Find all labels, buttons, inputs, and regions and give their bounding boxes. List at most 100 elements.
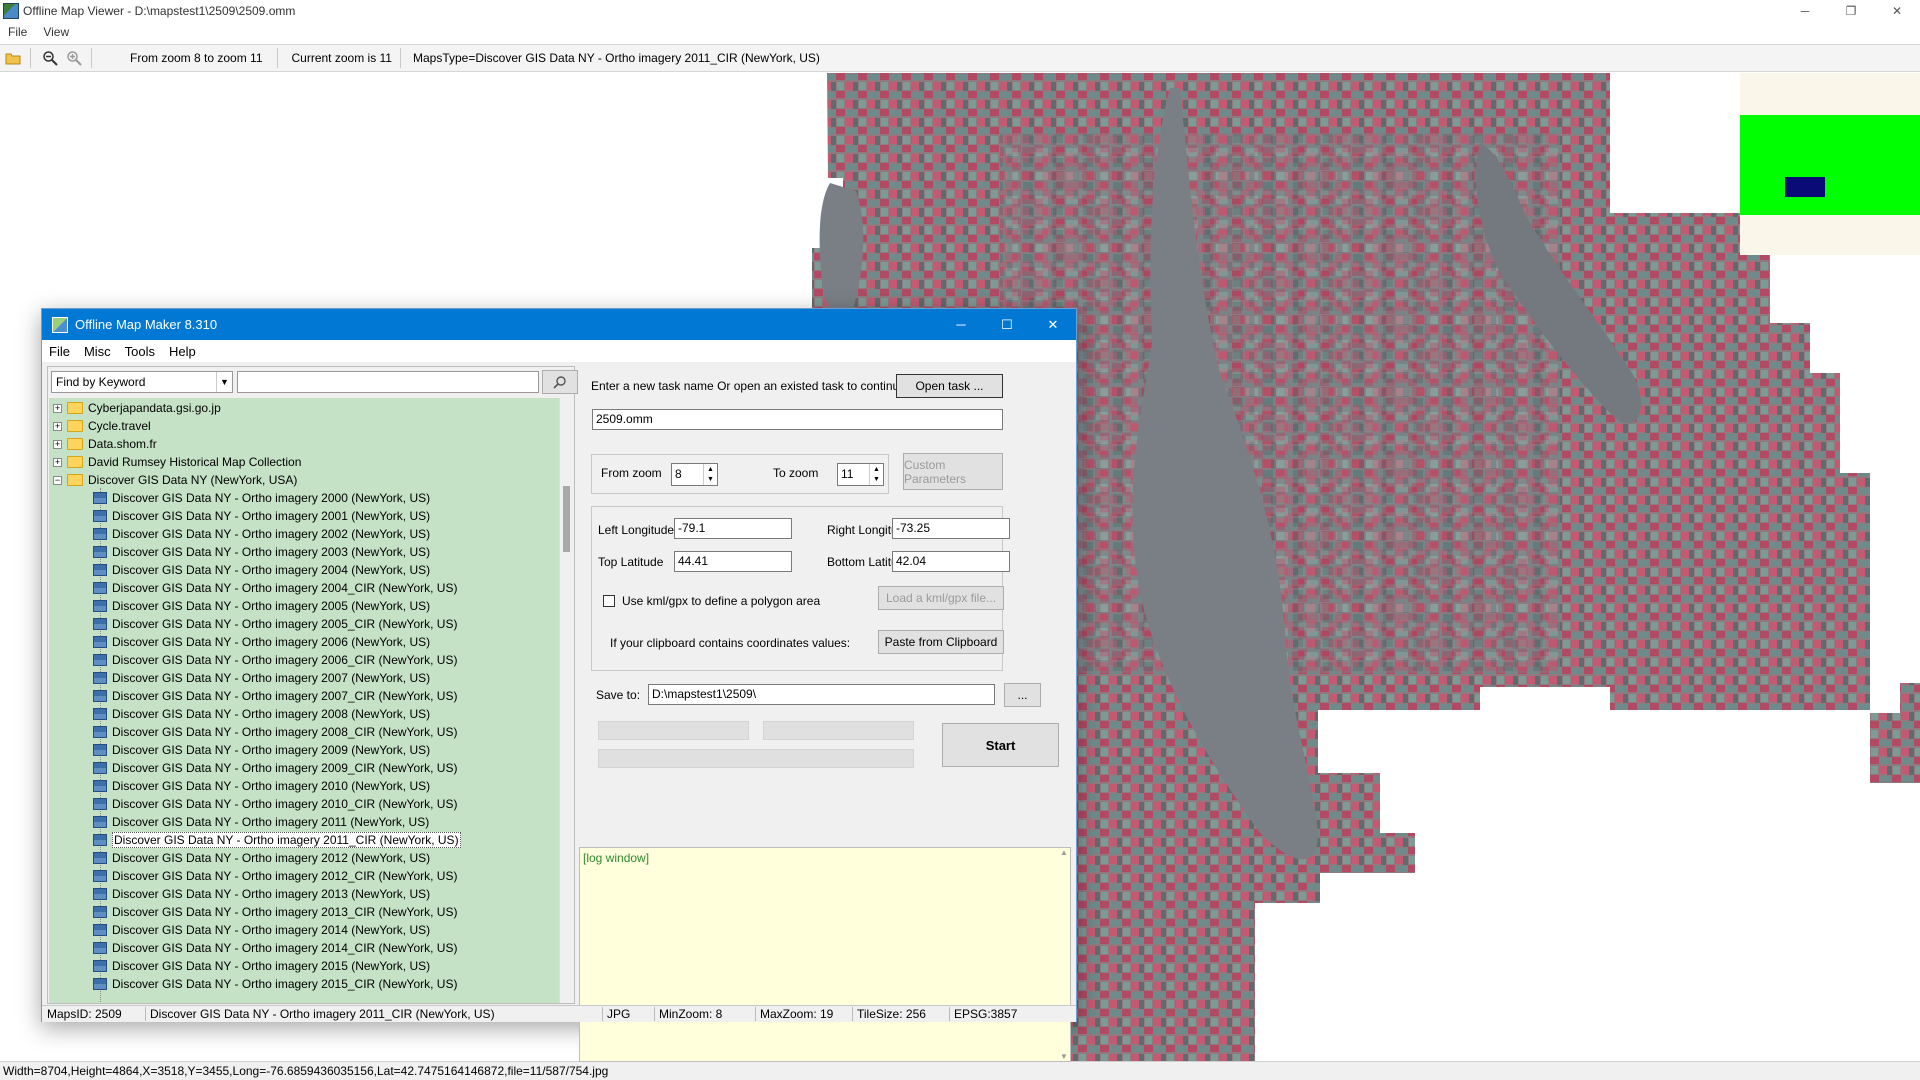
tree-map-item[interactable]: Discover GIS Data NY - Ortho imagery 201… [49,903,573,921]
expand-icon[interactable]: + [53,457,62,467]
tree-map-item[interactable]: Discover GIS Data NY - Ortho imagery 200… [49,741,573,759]
top-latitude-field[interactable]: 44.41 [674,551,792,572]
search-input[interactable] [237,371,539,393]
tree-folder[interactable]: + Data.shom.fr [49,435,573,453]
tree-map-item[interactable]: Discover GIS Data NY - Ortho imagery 201… [49,777,573,795]
tree-map-item[interactable]: Discover GIS Data NY - Ortho imagery 200… [49,561,573,579]
tree-map-item[interactable]: Discover GIS Data NY - Ortho imagery 201… [49,795,573,813]
menu-file[interactable]: File [0,25,35,39]
map-source-tree[interactable]: + Cyberjapandata.gsi.go.jp + Cycle.travel + D… [49,398,573,1003]
tree-map-item[interactable]: Discover GIS Data NY - Ortho imagery 200… [49,615,573,633]
minimize-icon[interactable]: ─ [938,309,984,340]
bottom-latitude-field[interactable]: 42.04 [892,551,1010,572]
tree-map-item[interactable]: Discover GIS Data NY - Ortho imagery 201… [49,813,573,831]
minimize-icon[interactable]: ─ [1782,0,1828,22]
start-button[interactable]: Start [942,723,1059,767]
scroll-up-icon[interactable]: ▲ [1060,848,1068,857]
tree-scrollbar-thumb[interactable] [563,486,570,552]
tree-folder[interactable]: + Cycle.travel [49,417,573,435]
zoom-out-icon[interactable] [39,47,61,69]
save-to-label: Save to: [596,688,641,702]
map-layer-icon [93,582,107,594]
tree-map-item[interactable]: Discover GIS Data NY - Ortho imagery 200… [49,651,573,669]
load-kml-button[interactable]: Load a kml/gpx file... [878,586,1004,610]
map-layer-icon [93,816,107,828]
tree-map-item[interactable]: Discover GIS Data NY - Ortho imagery 200… [49,525,573,543]
task-name-field[interactable]: 2509.omm [592,409,1003,430]
folder-icon [67,474,83,486]
tree-map-item[interactable]: Discover GIS Data NY - Ortho imagery 201… [49,957,573,975]
menu-file[interactable]: File [42,344,77,359]
tree-map-label: Discover GIS Data NY - Ortho imagery 200… [112,707,431,721]
stepper-down-icon[interactable]: ▼ [707,476,714,483]
open-folder-icon[interactable] [2,47,24,69]
close-icon[interactable]: ✕ [1874,0,1920,22]
browse-button[interactable]: ... [1004,683,1041,707]
restore-icon[interactable]: ❐ [1828,0,1874,22]
map-layer-icon [93,852,107,864]
tree-map-label: Discover GIS Data NY - Ortho imagery 201… [112,977,458,991]
left-longitude-field[interactable]: -79.1 [674,518,792,539]
tree-map-item[interactable]: Discover GIS Data NY - Ortho imagery 201… [49,975,573,993]
stepper-up-icon[interactable]: ▲ [707,466,714,473]
paste-clipboard-button[interactable]: Paste from Clipboard [878,630,1004,654]
log-scrollbar[interactable]: ▲ ▼ [1058,848,1070,1061]
tree-folder[interactable]: + David Rumsey Historical Map Collection [49,453,573,471]
kml-polygon-checkbox[interactable] [603,595,615,607]
tree-map-label: Discover GIS Data NY - Ortho imagery 200… [112,617,458,631]
save-path-field[interactable]: D:\mapstest1\2509\ [648,684,995,705]
from-zoom-stepper[interactable]: 8 ▲ ▼ [671,463,718,486]
tree-map-item[interactable]: Discover GIS Data NY - Ortho imagery 200… [49,489,573,507]
scroll-down-icon[interactable]: ▼ [1060,1052,1068,1061]
menu-view[interactable]: View [35,25,77,39]
tree-map-item[interactable]: Discover GIS Data NY - Ortho imagery 200… [49,597,573,615]
menu-help[interactable]: Help [162,344,203,359]
search-button[interactable] [542,370,578,394]
zoom-in-icon[interactable] [63,47,85,69]
tree-map-item[interactable]: Discover GIS Data NY - Ortho imagery 201… [49,921,573,939]
search-mode-select[interactable]: Find by Keyword ▼ [51,371,233,393]
tree-folder-label: Data.shom.fr [88,437,157,451]
tree-map-item[interactable]: Discover GIS Data NY - Ortho imagery 200… [49,633,573,651]
open-task-button[interactable]: Open task ... [896,374,1003,398]
tree-map-item[interactable]: Discover GIS Data NY - Ortho imagery 201… [49,939,573,957]
expand-icon[interactable]: + [53,439,62,449]
stepper-up-icon[interactable]: ▲ [873,466,880,473]
tree-map-item[interactable]: Discover GIS Data NY - Ortho imagery 200… [49,723,573,741]
tree-map-item[interactable]: Discover GIS Data NY - Ortho imagery 201… [49,885,573,903]
menu-misc[interactable]: Misc [77,344,118,359]
dialog-menubar: File Misc Tools Help [42,340,1076,362]
tree-map-item[interactable]: Discover GIS Data NY - Ortho imagery 200… [49,669,573,687]
tree-folder[interactable]: − Discover GIS Data NY (NewYork, USA) [49,471,573,489]
map-layer-icon [93,708,107,720]
tree-map-item[interactable]: Discover GIS Data NY - Ortho imagery 200… [49,507,573,525]
tree-map-item[interactable]: Discover GIS Data NY - Ortho imagery 201… [49,867,573,885]
log-window[interactable]: [log window] ▲ ▼ [579,847,1071,1062]
tree-scrollbar[interactable] [559,398,573,1003]
menu-tools[interactable]: Tools [118,344,162,359]
expand-icon[interactable]: + [53,403,62,413]
close-icon[interactable]: ✕ [1030,309,1076,340]
tree-folder[interactable]: + Cyberjapandata.gsi.go.jp [49,399,573,417]
tree-map-item[interactable]: Discover GIS Data NY - Ortho imagery 201… [49,849,573,867]
tree-map-item[interactable]: Discover GIS Data NY - Ortho imagery 200… [49,579,573,597]
tree-map-label: Discover GIS Data NY - Ortho imagery 200… [112,599,431,613]
maximize-icon[interactable]: ☐ [984,309,1030,340]
tree-map-item[interactable]: Discover GIS Data NY - Ortho imagery 200… [49,543,573,561]
tree-map-item[interactable]: Discover GIS Data NY - Ortho imagery 200… [49,705,573,723]
custom-parameters-button[interactable]: Custom Parameters [903,453,1003,490]
to-zoom-stepper[interactable]: 11 ▲ ▼ [837,463,884,486]
collapse-icon[interactable]: − [53,475,62,485]
tree-map-label: Discover GIS Data NY - Ortho imagery 201… [112,887,431,901]
right-longitude-field[interactable]: -73.25 [892,518,1010,539]
tree-map-item[interactable]: Discover GIS Data NY - Ortho imagery 200… [49,687,573,705]
tree-map-item[interactable]: Discover GIS Data NY - Ortho imagery 201… [49,831,573,849]
expand-icon[interactable]: + [53,421,62,431]
map-layer-icon [93,672,107,684]
map-layer-icon [93,636,107,648]
folder-icon [67,402,83,414]
stepper-down-icon[interactable]: ▼ [873,476,880,483]
tree-map-label: Discover GIS Data NY - Ortho imagery 201… [112,941,458,955]
progress-bar-3 [598,749,914,768]
tree-map-item[interactable]: Discover GIS Data NY - Ortho imagery 200… [49,759,573,777]
